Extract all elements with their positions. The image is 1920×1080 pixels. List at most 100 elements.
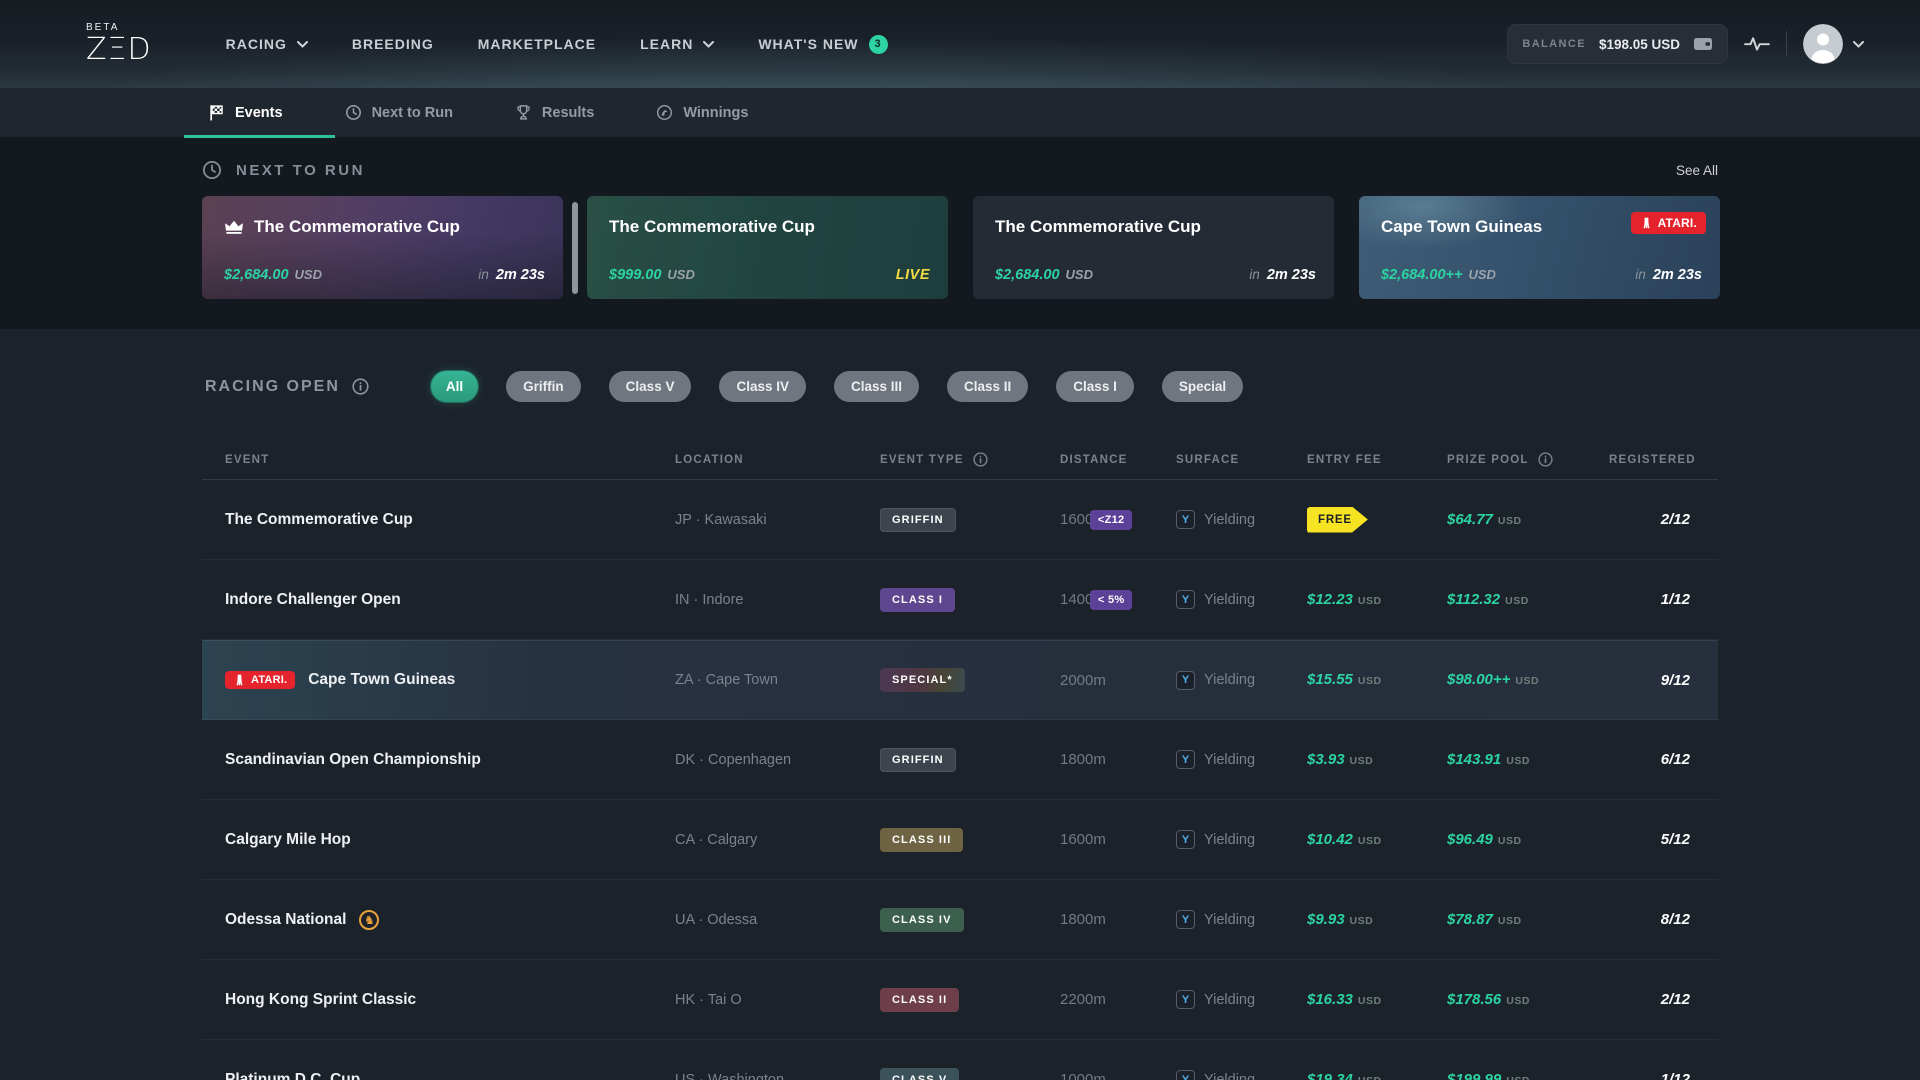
filter-all[interactable]: All	[431, 371, 478, 402]
surface-yielding-icon: Y	[1176, 510, 1195, 529]
surface-yielding-icon: Y	[1176, 590, 1195, 609]
card-title: The Commemorative Cup	[609, 217, 815, 237]
next-to-run-section: NEXT TO RUN See All The Commemorative Cu…	[0, 138, 1920, 329]
horse-medal-icon: ♞	[359, 910, 379, 930]
see-all-link[interactable]: See All	[1676, 163, 1718, 178]
zed-wordmark: ZΞD	[86, 35, 152, 65]
checkered-flag-icon	[208, 104, 225, 121]
card-title: The Commemorative Cup	[995, 217, 1201, 237]
tab-results[interactable]: Results	[491, 88, 618, 137]
filter-class-iv[interactable]: Class IV	[719, 371, 806, 402]
surface-yielding-icon: Y	[1176, 910, 1195, 929]
wallet-icon[interactable]	[1693, 36, 1713, 52]
filter-class-iii[interactable]: Class III	[834, 371, 919, 402]
class-filters: All Griffin Class V Class IV Class III C…	[431, 371, 1243, 402]
card-countdown: in2m 23s	[478, 266, 545, 284]
card-countdown: in2m 23s	[1249, 266, 1316, 284]
surface-yielding-icon: Y	[1176, 1070, 1195, 1080]
avatar[interactable]	[1803, 24, 1843, 64]
filter-special[interactable]: Special	[1162, 371, 1243, 402]
whats-new-count-badge: 3	[869, 35, 888, 54]
surface-yielding-icon: Y	[1176, 830, 1195, 849]
event-type-badge: CLASS IV	[880, 908, 964, 932]
account-menu[interactable]	[1803, 24, 1864, 64]
racing-tab-bar: Events Next to Run Results Winnings	[0, 88, 1920, 138]
distance-restriction-badge: < 5%	[1090, 590, 1133, 610]
distance-restriction-badge: <Z12	[1090, 510, 1133, 530]
event-type-badge: GRIFFIN	[880, 748, 956, 772]
clock-icon	[202, 160, 222, 180]
info-icon[interactable]	[973, 452, 988, 467]
atari-fuji-icon	[1640, 217, 1653, 229]
next-to-run-cards: The Commemorative Cup $2,684.00USD in2m …	[202, 196, 1920, 299]
filter-class-ii[interactable]: Class II	[947, 371, 1028, 402]
atari-sponsor-badge: ATARI.	[1631, 212, 1706, 234]
race-card[interactable]: The Commemorative Cup $2,684.00USD in2m …	[202, 196, 563, 299]
card-prize: $2,684.00USD	[995, 266, 1093, 284]
horse-coin-icon	[656, 104, 673, 121]
race-card[interactable]: The Commemorative Cup $999.00USD LIVE	[587, 196, 948, 299]
event-type-badge: GRIFFIN	[880, 508, 956, 532]
card-prize: $2,684.00++USD	[1381, 266, 1496, 284]
nav-marketplace[interactable]: MARKETPLACE	[478, 36, 596, 52]
filter-class-v[interactable]: Class V	[609, 371, 692, 402]
nav-racing[interactable]: RACING	[226, 36, 308, 52]
table-row[interactable]: Indore Challenger Open IN · Indore CLASS…	[202, 560, 1718, 640]
event-type-badge: CLASS I	[880, 588, 955, 612]
nav-whats-new[interactable]: WHAT'S NEW 3	[758, 35, 887, 54]
table-row[interactable]: Hong Kong Sprint Classic HK · Tai O CLAS…	[202, 960, 1718, 1040]
crown-icon	[224, 220, 244, 235]
card-title: The Commemorative Cup	[254, 217, 460, 237]
race-card[interactable]: The Commemorative Cup $2,684.00USD in2m …	[973, 196, 1334, 299]
nav-breeding[interactable]: BREEDING	[352, 36, 434, 52]
filter-griffin[interactable]: Griffin	[506, 371, 581, 402]
filter-class-i[interactable]: Class I	[1056, 371, 1134, 402]
card-countdown: in2m 23s	[1635, 266, 1702, 284]
chevron-down-icon	[703, 41, 714, 48]
trophy-icon	[515, 104, 532, 121]
balance-label: BALANCE	[1522, 38, 1586, 50]
table-row[interactable]: Scandinavian Open Championship DK · Cope…	[202, 720, 1718, 800]
top-nav: BETA ZΞD RACING BREEDING MARKETPLACE LEA…	[0, 0, 1920, 88]
zed-logo[interactable]: BETA ZΞD	[86, 23, 152, 65]
info-icon[interactable]	[1538, 452, 1553, 467]
chevron-down-icon	[1853, 41, 1864, 48]
card-prize: $999.00USD	[609, 266, 695, 284]
tab-events[interactable]: Events	[184, 88, 307, 137]
tab-winnings[interactable]: Winnings	[632, 88, 772, 137]
event-type-badge: SPECIAL*	[880, 668, 965, 692]
live-badge: LIVE	[896, 267, 930, 283]
table-row-sponsored[interactable]: ATARI. Cape Town Guineas ZA · Cape Town …	[202, 640, 1718, 720]
nav-learn[interactable]: LEARN	[640, 36, 714, 52]
atari-sponsor-badge: ATARI.	[225, 671, 295, 689]
table-row[interactable]: Odessa National ♞ UA · Odessa CLASS IV 1…	[202, 880, 1718, 960]
surface-yielding-icon: Y	[1176, 990, 1195, 1009]
event-type-badge: CLASS III	[880, 828, 963, 852]
activity-pulse-icon[interactable]	[1744, 35, 1770, 52]
racing-open-title: RACING OPEN	[205, 378, 340, 396]
balance-value: $198.05 USD	[1599, 37, 1680, 52]
free-entry-badge: FREE	[1307, 507, 1368, 533]
info-icon[interactable]	[352, 378, 369, 395]
clock-icon	[345, 104, 362, 121]
atari-fuji-icon	[233, 674, 246, 686]
card-divider	[572, 202, 578, 294]
balance-pill[interactable]: BALANCE $198.05 USD	[1507, 24, 1728, 64]
nav-right: BALANCE $198.05 USD	[1507, 24, 1864, 64]
table-row[interactable]: The Commemorative Cup JP · Kawasaki GRIF…	[202, 480, 1718, 560]
card-title: Cape Town Guineas	[1381, 217, 1542, 237]
event-type-badge: CLASS V	[880, 1068, 959, 1080]
tab-next-to-run[interactable]: Next to Run	[321, 88, 477, 137]
main-nav: RACING BREEDING MARKETPLACE LEARN WHAT'S…	[226, 35, 888, 54]
table-row[interactable]: Calgary Mile Hop CA · Calgary CLASS III …	[202, 800, 1718, 880]
race-card[interactable]: Cape Town Guineas ATARI. $2,684.00++USD …	[1359, 196, 1720, 299]
table-header: EVENT LOCATION EVENT TYPE DISTANCE SURFA…	[202, 440, 1718, 480]
card-prize: $2,684.00USD	[224, 266, 322, 284]
events-table: EVENT LOCATION EVENT TYPE DISTANCE SURFA…	[202, 440, 1718, 1080]
divider	[1786, 31, 1787, 57]
surface-yielding-icon: Y	[1176, 750, 1195, 769]
racing-open-section: RACING OPEN All Griffin Class V Class IV…	[0, 329, 1920, 1080]
table-row[interactable]: Platinum D.C. Cup US · Washington CLASS …	[202, 1040, 1718, 1080]
next-to-run-title: NEXT TO RUN	[202, 160, 365, 180]
chevron-down-icon	[297, 41, 308, 48]
